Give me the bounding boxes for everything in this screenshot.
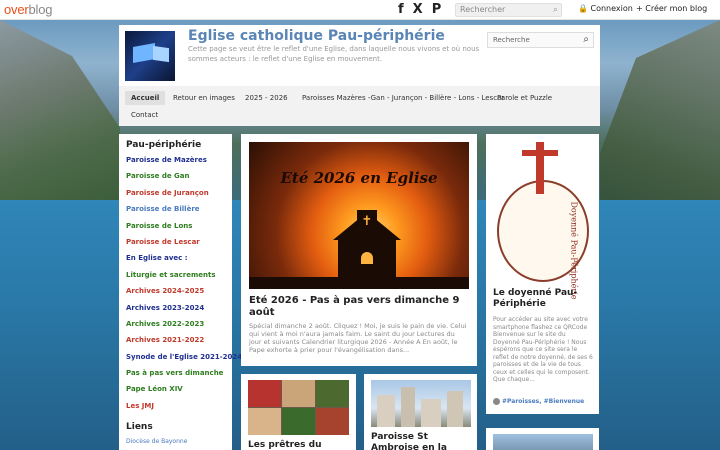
post-title[interactable]: Les prêtres du [248,440,322,450]
post-title[interactable]: Eté 2026 - Pas à pas vers dimanche 9 aoû… [249,295,469,319]
sidebar-link[interactable]: Les JMJ [126,402,225,411]
sidebar-link-diocese[interactable]: Diocèse de Bayonne [126,438,225,445]
post-excerpt: Pour accéder au site avec votre smartpho… [493,316,593,383]
sidebar-link[interactable]: Paroisse de Gan [126,172,225,181]
facebook-icon[interactable]: f [398,3,404,17]
login-link[interactable]: 🔒 Connexion [578,4,633,13]
social-links: f X P [398,3,441,17]
cross-icon: ✝ [361,214,373,229]
overblog-logo[interactable]: overblog [4,2,52,17]
blog-header: Eglise catholique Pau-périphérie Cette p… [119,25,600,86]
sidebar-link[interactable]: Synode de l'Eglise 2021-2024 [126,353,242,362]
post-card-doyenne[interactable]: Doyenné Pau-Périphérie Le doyenné Pau-Pé… [486,134,599,414]
sidebar-link[interactable]: Paroisse de Mazères [126,156,225,165]
sidebar-links-title: Liens [126,421,153,432]
post-image-priests[interactable] [248,380,349,435]
header-thumbnail[interactable] [125,31,175,81]
pinterest-icon[interactable]: P [432,3,442,17]
sidebar-link[interactable]: Pas à pas vers dimanche [126,369,225,378]
nav-item-paroisses[interactable]: Paroisses Mazères -Gan - Jurançon - Bill… [302,94,504,102]
post-card-pretres[interactable]: Les prêtres du [241,374,356,450]
nav-item-accueil[interactable]: Accueil [125,91,166,105]
search-icon[interactable]: ⌕ [583,34,589,45]
post-image-sunset-church[interactable]: Eté 2026 en Eglise ✝ [249,142,469,289]
post-excerpt: Spécial dimanche 2 août. Cliquez ! Moi, … [249,322,467,354]
overblog-topbar: overblog f X P Rechercher ⌕ 🔒 Connexion … [0,0,720,20]
sidebar-link[interactable]: Archives 2021-2022 [126,336,225,345]
sidebar-list: Paroisse de Mazères Paroisse de Gan Parois… [126,156,242,411]
seal-text: Doyenné Pau-Périphérie [569,201,579,300]
sidebar-link[interactable]: Paroisse de Lescar [126,238,225,247]
sidebar-link[interactable]: Paroisse de Jurançon [126,189,225,198]
sidebar-link[interactable]: Paroisse de Lons [126,222,225,231]
post-card-st-ambroise[interactable]: Paroisse St Ambroise en la Vallée [364,374,477,450]
nav-item-contact[interactable]: Contact [131,111,158,119]
post-image-doyenne-seal[interactable]: Doyenné Pau-Périphérie [492,140,593,299]
sidebar-link[interactable]: En Eglise avec : [126,254,225,263]
sidebar-title: Pau-périphérie [126,140,202,150]
nav-item-parole-et-puzzle[interactable]: Parole et Puzzle [497,94,552,102]
blog-description: Cette page se veut être le reflet d'une … [188,45,480,63]
search-icon[interactable]: ⌕ [553,4,558,16]
main-navigation: Accueil Retour en images 2025 - 2026 Par… [119,86,600,126]
post-image-caption: Eté 2026 en Eglise [280,169,438,187]
nav-item-retour-en-images[interactable]: Retour en images [173,94,235,102]
post-card-next[interactable] [486,428,599,450]
post-tags[interactable]: #Paroisses, #Bienvenue [493,398,584,405]
blog-search-input[interactable]: Recherche ⌕ [487,32,594,48]
avatar [493,398,500,405]
sidebar-link[interactable]: Archives 2023-2024 [126,304,225,313]
top-search-input[interactable]: Rechercher ⌕ [455,3,562,17]
post-title[interactable]: Paroisse St Ambroise en la Vallée [371,432,471,450]
background-mountain-left [0,20,120,200]
sidebar-link[interactable]: Pape Léon XIV [126,385,225,394]
sidebar-link[interactable]: Archives 2024-2025 [126,287,225,296]
nav-item-2025-2026[interactable]: 2025 - 2026 [245,94,288,102]
create-blog-link[interactable]: + Créer mon blog [636,4,707,13]
doyenne-seal-logo: Doyenné Pau-Périphérie [497,180,589,299]
post-card-ete-2026[interactable]: Eté 2026 en Eglise ✝ Eté 2026 - Pas à pa… [241,134,477,366]
sidebar-link[interactable]: Liturgie et sacrements [126,271,225,280]
post-title[interactable]: Le doyenné Pau-Périphérie [493,288,593,310]
sidebar: Pau-périphérie Paroisse de Mazères Parois… [119,134,242,450]
x-twitter-icon[interactable]: X [413,3,423,17]
background-mountain-right [600,20,720,210]
post-image-village[interactable] [493,434,593,450]
sidebar-link[interactable]: Archives 2022-2023 [126,320,225,329]
sidebar-link[interactable]: Paroisse de Billère [126,205,225,214]
post-image-churches[interactable] [371,380,471,427]
blog-title[interactable]: Eglise catholique Pau-périphérie [188,28,445,44]
